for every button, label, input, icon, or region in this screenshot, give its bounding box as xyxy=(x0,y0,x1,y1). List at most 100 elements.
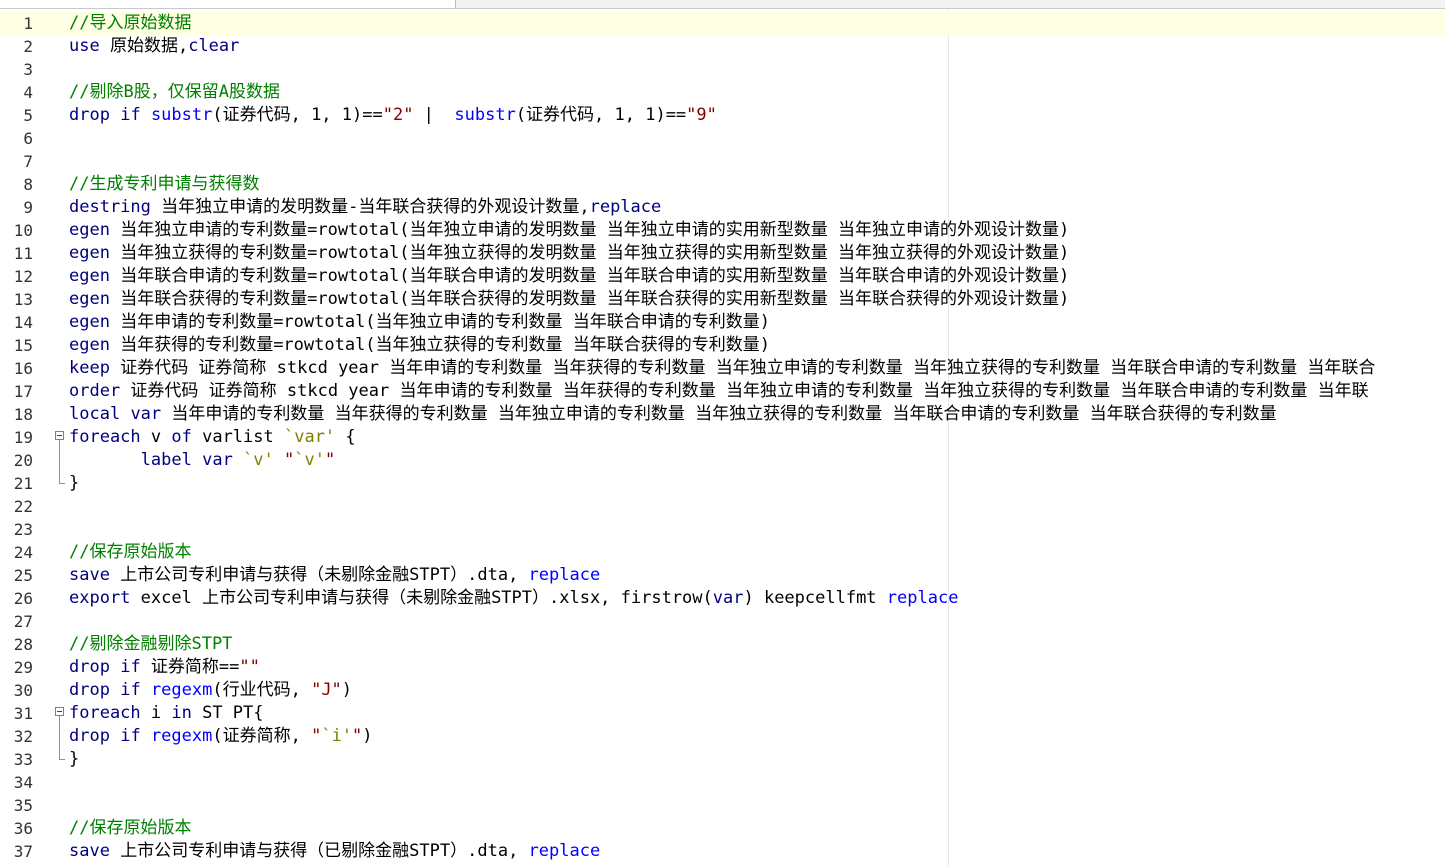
code-token: `v' xyxy=(294,450,325,470)
code-token: save xyxy=(69,841,110,861)
editor-tab-strip[interactable] xyxy=(0,0,1445,9)
code-line[interactable]: 20 label var `v' "`v'" xyxy=(0,449,1445,472)
code-text[interactable]: egen 当年获得的专利数量=rowtotal(当年独立获得的专利数量 当年联合… xyxy=(69,334,770,357)
code-text[interactable]: //剔除金融剔除STPT xyxy=(69,633,232,656)
editor-tab[interactable] xyxy=(0,0,456,8)
code-line[interactable]: 37 save 上市公司专利申请与获得（已剔除金融STPT）.dta, repla… xyxy=(0,840,1445,863)
code-token: drop xyxy=(69,105,110,125)
code-line[interactable]: 7 xyxy=(0,150,1445,173)
fold-end-marker xyxy=(55,748,67,771)
code-token: replace xyxy=(886,588,959,608)
code-line[interactable]: 9 destring 当年独立申请的发明数量-当年联合获得的外观设计数量,repl… xyxy=(0,196,1445,219)
code-text[interactable]: drop if substr(证券代码, 1, 1)=="2" | substr… xyxy=(69,104,717,127)
code-line[interactable]: 22 xyxy=(0,495,1445,518)
code-text[interactable]: //生成专利申请与获得数 xyxy=(69,173,259,196)
code-text[interactable]: egen 当年申请的专利数量=rowtotal(当年独立申请的专利数量 当年联合… xyxy=(69,311,770,334)
code-text[interactable]: local var 当年申请的专利数量 当年获得的专利数量 当年独立申请的专利数… xyxy=(69,403,1277,426)
code-area[interactable]: 1//导入原始数据 2 use 原始数据,clear 3 4//剔除B股，仅保留A股数据… xyxy=(0,12,1445,863)
code-text[interactable]: keep 证券代码 证券简称 stkcd year 当年申请的专利数量 当年获得… xyxy=(69,357,1375,380)
code-token: egen xyxy=(69,335,110,355)
code-text[interactable]: egen 当年独立获得的专利数量=rowtotal(当年独立获得的发明数量 当年… xyxy=(69,242,1069,265)
code-text[interactable]: egen 当年联合申请的专利数量=rowtotal(当年联合申请的发明数量 当年… xyxy=(69,265,1069,288)
code-line[interactable]: 6 xyxy=(0,127,1445,150)
code-text[interactable]: drop if regexm(行业代码, "J") xyxy=(69,679,352,702)
line-number: 37 xyxy=(13,842,33,861)
code-token: ) keepcellfmt xyxy=(743,588,887,608)
code-line[interactable]: 23 xyxy=(0,518,1445,541)
line-number: 10 xyxy=(13,221,33,240)
code-line[interactable]: 27 xyxy=(0,610,1445,633)
code-line[interactable]: 13 egen 当年联合获得的专利数量=rowtotal(当年联合获得的发明数量 … xyxy=(0,288,1445,311)
code-text[interactable]: } xyxy=(69,472,79,495)
code-line[interactable]: 12 egen 当年联合申请的专利数量=rowtotal(当年联合申请的发明数量 … xyxy=(0,265,1445,288)
code-line[interactable]: 30 drop if regexm(行业代码, "J") xyxy=(0,679,1445,702)
code-text[interactable]: drop if 证券简称=="" xyxy=(69,656,260,679)
code-text[interactable]: //保存原始版本 xyxy=(69,817,191,840)
line-number: 21 xyxy=(13,474,33,493)
code-line[interactable]: 31 foreach i in ST PT{ xyxy=(0,702,1445,725)
code-line[interactable]: 4 //剔除B股，仅保留A股数据 xyxy=(0,81,1445,104)
code-text[interactable]: foreach v of varlist `var' { xyxy=(69,426,356,449)
code-line[interactable]: 8 //生成专利申请与获得数 xyxy=(0,173,1445,196)
fold-collapse-icon[interactable] xyxy=(55,426,67,449)
code-text[interactable]: save 上市公司专利申请与获得（已剔除金融STPT）.dta, replace xyxy=(69,840,600,863)
code-text[interactable]: order 证券代码 证券简称 stkcd year 当年申请的专利数量 当年获… xyxy=(69,380,1369,403)
line-number: 29 xyxy=(13,658,33,677)
code-line[interactable]: 17 order 证券代码 证券简称 stkcd year 当年申请的专利数量 当… xyxy=(0,380,1445,403)
code-line[interactable]: 19 foreach v of varlist `var' { xyxy=(0,426,1445,449)
code-token: `var' xyxy=(283,427,336,447)
code-text[interactable]: } xyxy=(69,748,79,771)
code-token: excel 上市公司专利申请与获得（未剔除金融STPT）.xlsx, first… xyxy=(130,588,713,608)
line-number: 33 xyxy=(13,750,33,769)
code-line[interactable]: 11 egen 当年独立获得的专利数量=rowtotal(当年独立获得的发明数量 … xyxy=(0,242,1445,265)
code-line[interactable]: 1 //导入原始数据 xyxy=(0,12,1445,35)
fold-collapse-icon[interactable] xyxy=(55,702,67,725)
code-text[interactable]: save 上市公司专利申请与获得（未剔除金融STPT）.dta, replace xyxy=(69,564,600,587)
code-line[interactable]: 36 //保存原始版本 xyxy=(0,817,1445,840)
code-line[interactable]: 14 egen 当年申请的专利数量=rowtotal(当年独立申请的专利数量 当年… xyxy=(0,311,1445,334)
code-text[interactable]: use 原始数据,clear xyxy=(69,35,239,58)
code-text[interactable]: //保存原始版本 xyxy=(69,541,191,564)
code-line[interactable]: 18 local var 当年申请的专利数量 当年获得的专利数量 当年独立申请的专… xyxy=(0,403,1445,426)
code-text[interactable]: //导入原始数据 xyxy=(69,12,191,35)
line-number: 32 xyxy=(13,727,33,746)
code-text[interactable]: egen 当年独立申请的专利数量=rowtotal(当年独立申请的发明数量 当年… xyxy=(69,219,1069,242)
code-text[interactable]: drop if regexm(证券简称, "`i'") xyxy=(69,725,373,748)
code-text[interactable]: foreach i in ST PT{ xyxy=(69,702,264,725)
code-line[interactable]: 21} xyxy=(0,472,1445,495)
code-token: `i' xyxy=(321,726,353,746)
code-line[interactable]: 24 //保存原始版本 xyxy=(0,541,1445,564)
line-number: 1 xyxy=(23,14,33,33)
code-text[interactable]: label var `v' "`v'" xyxy=(69,449,336,472)
code-line[interactable]: 32 drop if regexm(证券简称, "`i'") xyxy=(0,725,1445,748)
code-token: 上市公司专利申请与获得（未剔除金融STPT）.dta, xyxy=(109,565,529,585)
code-line[interactable]: 34 xyxy=(0,771,1445,794)
code-line[interactable]: 26 export excel 上市公司专利申请与获得（未剔除金融STPT）.xl… xyxy=(0,587,1445,610)
code-token: "" xyxy=(239,657,260,677)
code-line[interactable]: 2 use 原始数据,clear xyxy=(0,35,1445,58)
code-line[interactable]: 28 //剔除金融剔除STPT xyxy=(0,633,1445,656)
do-file-editor[interactable]: 1//导入原始数据 2 use 原始数据,clear 3 4//剔除B股，仅保留A股数据… xyxy=(0,0,1445,867)
code-line[interactable]: 15 egen 当年获得的专利数量=rowtotal(当年独立获得的专利数量 当年… xyxy=(0,334,1445,357)
code-text[interactable]: destring 当年独立申请的发明数量-当年联合获得的外观设计数量,repla… xyxy=(69,196,661,219)
code-line[interactable]: 25 save 上市公司专利申请与获得（未剔除金融STPT）.dta, repla… xyxy=(0,564,1445,587)
line-number: 22 xyxy=(13,497,33,516)
code-line[interactable]: 29 drop if 证券简称=="" xyxy=(0,656,1445,679)
code-token: //保存原始版本 xyxy=(69,818,192,838)
code-line[interactable]: 3 xyxy=(0,58,1445,81)
code-line[interactable]: 5 drop if substr(证券代码, 1, 1)=="2" | subst… xyxy=(0,104,1445,127)
code-line[interactable]: 10 egen 当年独立申请的专利数量=rowtotal(当年独立申请的发明数量 … xyxy=(0,219,1445,242)
code-token: //剔除B股，仅保留A股数据 xyxy=(69,82,280,102)
code-text[interactable]: export excel 上市公司专利申请与获得（未剔除金融STPT）.xlsx… xyxy=(69,587,958,610)
code-token: foreach xyxy=(69,703,141,723)
code-line[interactable]: 35 xyxy=(0,794,1445,817)
code-line[interactable]: 33} xyxy=(0,748,1445,771)
code-line[interactable]: 16 keep 证券代码 证券简称 stkcd year 当年申请的专利数量 当年… xyxy=(0,357,1445,380)
code-text[interactable]: egen 当年联合获得的专利数量=rowtotal(当年联合获得的发明数量 当年… xyxy=(69,288,1069,311)
line-number: 35 xyxy=(13,796,33,815)
code-token: ) xyxy=(362,726,373,746)
code-text[interactable]: //剔除B股，仅保留A股数据 xyxy=(69,81,280,104)
line-number: 19 xyxy=(13,428,33,447)
